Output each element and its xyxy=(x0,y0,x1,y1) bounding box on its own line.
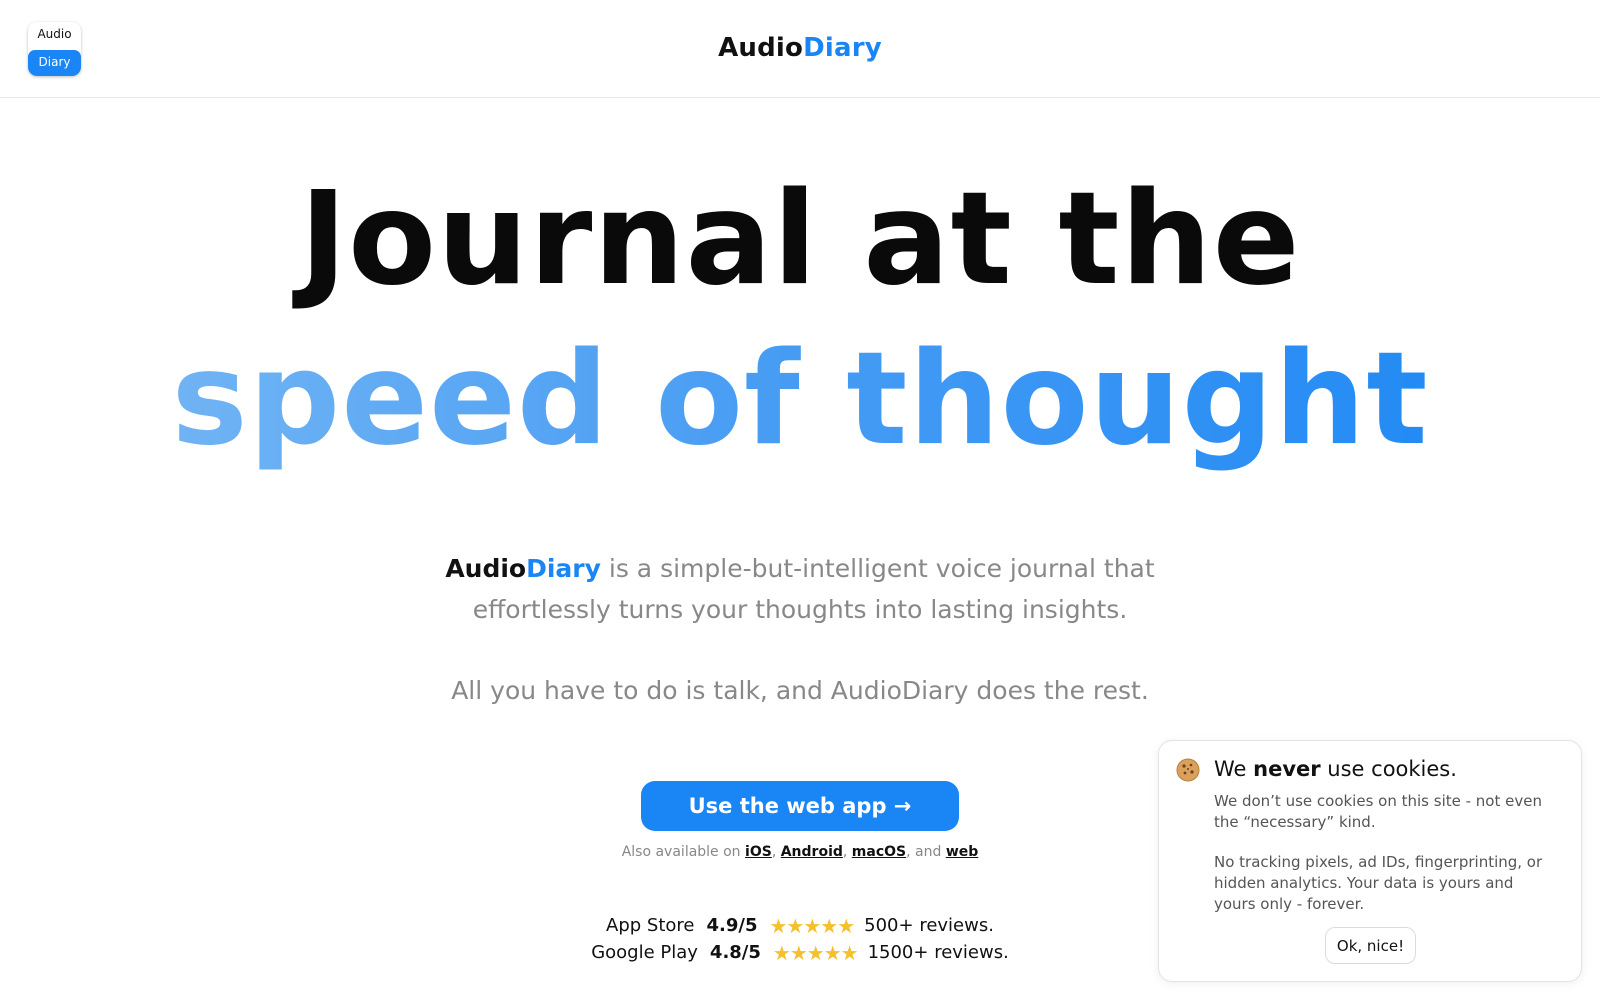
cookie-notice-paragraph-2: No tracking pixels, ad IDs, fingerprinti… xyxy=(1214,853,1543,913)
star-rating-icon: ★★★★★ xyxy=(769,913,856,938)
desc-brand-audio: Audio xyxy=(445,554,527,583)
hero-headline-line1: Journal at the xyxy=(299,165,1301,314)
rating-score: 4.9/5 xyxy=(706,915,758,936)
brand-diary: Diary xyxy=(803,33,882,63)
rating-row-app-store: App Store 4.9/5 ★★★★★ 500+ reviews. xyxy=(600,912,1000,939)
site-header: Audio Diary AudioDiary xyxy=(0,0,1600,98)
platform-link-web[interactable]: web xyxy=(946,844,978,860)
platform-link-ios[interactable]: iOS xyxy=(745,844,772,860)
ratings-block: App Store 4.9/5 ★★★★★ 500+ reviews. Goog… xyxy=(591,912,1009,966)
rating-store-name: App Store xyxy=(606,915,695,936)
page: Audio Diary AudioDiary Journal at the sp… xyxy=(0,0,1600,1000)
platform-link-android[interactable]: Android xyxy=(781,844,843,860)
cookie-icon xyxy=(1176,758,1200,782)
cookie-title-pre: We xyxy=(1214,757,1254,781)
rating-row-google-play: Google Play 4.8/5 ★★★★★ 1500+ reviews. xyxy=(591,939,1009,966)
cookie-title-bold: never xyxy=(1253,757,1321,781)
cookie-notice-paragraph-1: We don’t use cookies on this site - not … xyxy=(1214,792,1542,831)
separator: , xyxy=(842,844,852,860)
brand-wordmark[interactable]: AudioDiary xyxy=(0,33,1600,63)
brand-audio: Audio xyxy=(718,33,804,63)
desc-brand-diary: Diary xyxy=(526,554,601,583)
rating-reviews-count: 1500+ reviews. xyxy=(867,942,1009,963)
cookie-notice-title: We never use cookies. xyxy=(1214,757,1457,781)
separator: , xyxy=(771,844,781,860)
rating-score: 4.8/5 xyxy=(709,942,761,963)
use-web-app-button[interactable]: Use the web app → xyxy=(641,781,959,831)
desc-text-line2: effortlessly turns your thoughts into la… xyxy=(472,595,1128,624)
product-description: AudioDiary is a simple-but-intelligent v… xyxy=(400,548,1200,630)
cookie-title-post: use cookies. xyxy=(1320,757,1457,781)
hero-headline-line2: speed of thought xyxy=(0,325,1600,475)
rating-store-name: Google Play xyxy=(591,942,698,963)
desc-text-line1: is a simple-but-intelligent voice journa… xyxy=(600,554,1155,583)
rating-reviews-count: 500+ reviews. xyxy=(864,915,994,936)
cookie-ok-button[interactable]: Ok, nice! xyxy=(1325,927,1416,964)
platform-link-macos[interactable]: macOS xyxy=(852,844,906,860)
star-rating-icon: ★★★★★ xyxy=(772,940,859,965)
availability-prefix: Also available on xyxy=(621,844,746,860)
separator-and: , and xyxy=(906,844,946,860)
cookie-notice-card: We never use cookies. We don’t use cooki… xyxy=(1158,740,1582,982)
tagline: All you have to do is talk, and AudioDia… xyxy=(451,676,1149,705)
